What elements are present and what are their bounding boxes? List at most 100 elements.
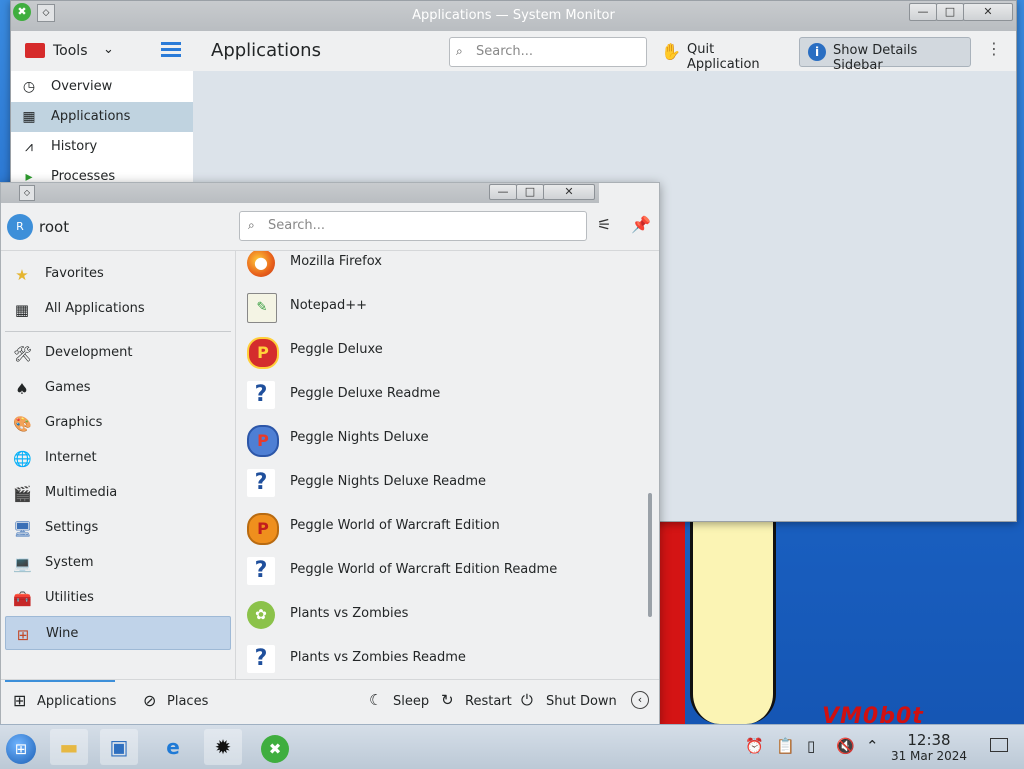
app-item-peggle-deluxe[interactable]: P Peggle Deluxe <box>243 329 593 373</box>
app-list: ● Mozilla Firefox ✎ Notepad++ P Peggle D… <box>1 251 659 679</box>
chevron-down-icon: ⌄ <box>103 42 114 57</box>
sidebar-item-label: Applications <box>51 109 131 124</box>
shutdown-button[interactable]: ⏻ Shut Down <box>521 680 621 724</box>
main-toolbar: Tools ⌄ Applications ⌕ Search... ✋ Quit … <box>11 31 1016 73</box>
taskbar-xorg-app[interactable]: ✖ <box>256 729 294 765</box>
window-title: Applications — System Monitor <box>412 8 615 23</box>
app-item-peggle-nights[interactable]: P Peggle Nights Deluxe <box>243 417 593 461</box>
folder-icon: ▬ <box>59 735 79 759</box>
close-button[interactable]: ✕ <box>963 3 1013 21</box>
grid-icon: ▦ <box>22 109 36 125</box>
taskbar-file-manager[interactable]: ▬ <box>50 729 88 765</box>
notepad-icon: ✎ <box>247 293 277 323</box>
tab-applications[interactable]: ⊞ Applications <box>5 680 117 724</box>
toolbox-icon <box>25 43 45 58</box>
taskbar-peggle[interactable]: ✹ <box>204 729 242 765</box>
configure-icon[interactable]: ⚟ <box>597 215 611 234</box>
help-icon: ? <box>247 469 275 497</box>
collapse-icon[interactable]: ‹ <box>631 691 649 709</box>
clipboard-icon[interactable]: 📋 <box>776 737 795 755</box>
sidebar-item-applications[interactable]: ▦ Applications <box>11 102 193 132</box>
search-placeholder: Search... <box>476 44 534 59</box>
window-titlebar[interactable]: ✖ ◇ Applications — System Monitor — □ ✕ <box>11 1 1016 31</box>
launcher-search-input[interactable]: ⌕ Search... <box>239 211 587 241</box>
app-item-peggle-deluxe-readme[interactable]: ? Peggle Deluxe Readme <box>243 373 593 417</box>
tools-label: Tools <box>53 43 88 59</box>
taskbar-internet-explorer[interactable]: e <box>154 729 192 765</box>
taskbar-system-monitor[interactable]: ▣ <box>100 729 138 765</box>
wallpaper-shape <box>690 518 776 724</box>
search-icon: ⌕ <box>248 218 255 232</box>
maximize-button[interactable]: □ <box>936 3 964 21</box>
clock[interactable]: 12:38 31 Mar 2024 <box>888 731 970 763</box>
monitor-icon: ▣ <box>109 735 129 759</box>
search-icon: ⌕ <box>456 44 463 58</box>
kill-icon: ✋ <box>661 42 681 61</box>
launcher-titlebar[interactable]: ◇ — □ ✕ <box>1 183 599 203</box>
scrollbar-track[interactable] <box>647 251 653 679</box>
minimize-button[interactable]: — <box>489 184 517 200</box>
app-label: Peggle World of Warcraft Edition <box>290 518 500 533</box>
window-menu-icon[interactable]: ◇ <box>19 185 35 201</box>
scrollbar-thumb[interactable] <box>648 493 652 617</box>
tab-label: Applications <box>37 694 117 709</box>
minimize-button[interactable]: — <box>909 3 937 21</box>
battery-icon[interactable]: ▯ <box>807 737 815 755</box>
help-icon: ? <box>247 645 275 673</box>
restart-button[interactable]: ↻ Restart <box>441 680 515 724</box>
grid-icon: ⊞ <box>13 691 27 710</box>
search-placeholder: Search... <box>268 218 326 233</box>
restart-icon: ↻ <box>441 691 454 709</box>
chart-icon: ⩘ <box>25 139 33 155</box>
peggle-icon: ✹ <box>214 735 232 759</box>
sidebar-item-history[interactable]: ⩘ History <box>11 132 193 162</box>
app-label: Plants vs Zombies <box>290 606 409 621</box>
alarm-icon[interactable]: ⏰ <box>745 737 764 755</box>
tab-label: Places <box>167 694 209 709</box>
quit-application-button[interactable]: ✋ Quit Application <box>659 37 789 72</box>
windows-logo-icon: ⊞ <box>6 734 36 764</box>
help-icon: ? <box>247 557 275 585</box>
app-label: Peggle Nights Deluxe Readme <box>290 474 487 489</box>
hamburger-menu-icon[interactable] <box>161 42 181 58</box>
show-desktop-icon[interactable] <box>990 738 1008 752</box>
help-icon: ? <box>247 381 275 409</box>
app-label: Peggle Nights Deluxe <box>290 430 429 445</box>
tab-places[interactable]: ⊘ Places <box>141 680 221 724</box>
app-item-firefox[interactable]: ● Mozilla Firefox <box>243 251 593 285</box>
firefox-icon: ● <box>247 251 275 277</box>
app-label: Plants vs Zombies Readme <box>290 650 466 665</box>
sidebar-item-overview[interactable]: ◷ Overview <box>11 72 193 102</box>
overflow-menu-icon[interactable]: ⋮ <box>986 39 1002 58</box>
restart-label: Restart <box>465 694 512 709</box>
start-button[interactable]: ⊞ <box>2 729 40 765</box>
power-icon: ⏻ <box>521 691 533 709</box>
shutdown-label: Shut Down <box>546 694 617 709</box>
info-icon: i <box>808 43 826 61</box>
details-label: Show Details Sidebar <box>833 43 918 73</box>
maximize-button[interactable]: □ <box>516 184 544 200</box>
app-item-peggle-wow[interactable]: P Peggle World of Warcraft Edition <box>243 505 593 549</box>
app-label: Notepad++ <box>290 298 368 313</box>
username: root <box>39 218 70 236</box>
app-item-pvz[interactable]: ✿ Plants vs Zombies <box>243 593 593 637</box>
clock-date: 31 Mar 2024 <box>890 749 968 763</box>
app-item-pvz-readme[interactable]: ? Plants vs Zombies Readme <box>243 637 593 679</box>
app-label: Peggle World of Warcraft Edition Readme <box>290 562 558 577</box>
tab-active-indicator <box>5 680 115 682</box>
avatar[interactable]: R <box>7 214 33 240</box>
app-item-peggle-wow-readme[interactable]: ? Peggle World of Warcraft Edition Readm… <box>243 549 593 593</box>
chevron-up-icon[interactable]: ⌃ <box>866 737 879 755</box>
volume-muted-icon[interactable]: 🔇 <box>836 737 855 755</box>
app-item-peggle-nights-readme[interactable]: ? Peggle Nights Deluxe Readme <box>243 461 593 505</box>
app-label: Mozilla Firefox <box>290 254 382 269</box>
app-label: Peggle Deluxe <box>290 342 383 357</box>
show-details-sidebar-button[interactable]: i Show Details Sidebar <box>799 37 971 73</box>
sleep-button[interactable]: ☾ Sleep <box>367 680 431 724</box>
sleep-label: Sleep <box>393 694 430 709</box>
app-item-notepadpp[interactable]: ✎ Notepad++ <box>243 285 593 329</box>
close-button[interactable]: ✕ <box>543 184 595 200</box>
application-launcher: ◇ — □ ✕ R root ⌕ Search... ⚟ 📌 ★ Favorit… <box>0 182 660 726</box>
pin-icon[interactable]: 📌 <box>631 215 651 234</box>
search-input[interactable]: ⌕ Search... <box>449 37 647 67</box>
